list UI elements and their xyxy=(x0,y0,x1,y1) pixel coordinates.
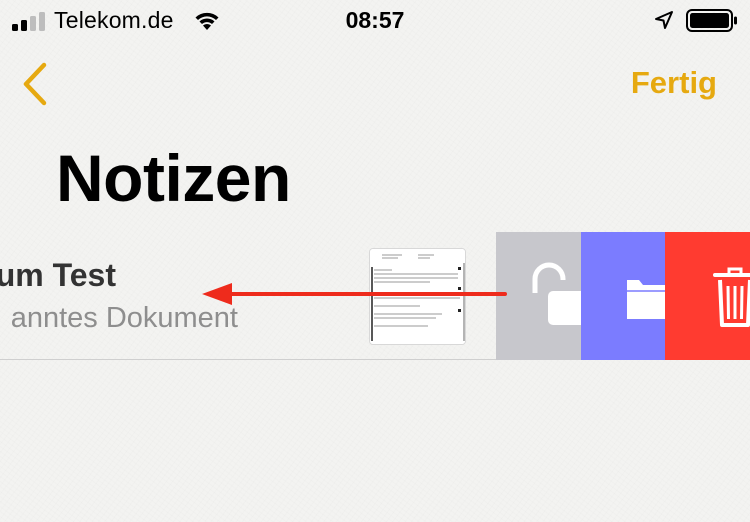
battery-icon xyxy=(686,9,737,32)
chevron-left-icon xyxy=(23,62,47,106)
folder-icon xyxy=(627,280,665,319)
location-arrow-icon xyxy=(655,11,673,29)
clock: 08:57 xyxy=(345,7,405,33)
delete-note-button[interactable] xyxy=(665,232,750,360)
swipe-actions xyxy=(496,232,750,360)
trash-icon xyxy=(713,267,750,327)
row-divider xyxy=(0,359,496,360)
back-button[interactable] xyxy=(18,60,52,108)
note-title: um Test xyxy=(0,257,116,293)
page-title: Notizen xyxy=(56,141,291,215)
done-button[interactable]: Fertig xyxy=(631,65,717,101)
swipe-left-arrow-icon xyxy=(202,283,507,305)
status-bar: Telekom.de 08:57 xyxy=(0,0,750,42)
move-to-folder-button[interactable] xyxy=(581,232,665,360)
